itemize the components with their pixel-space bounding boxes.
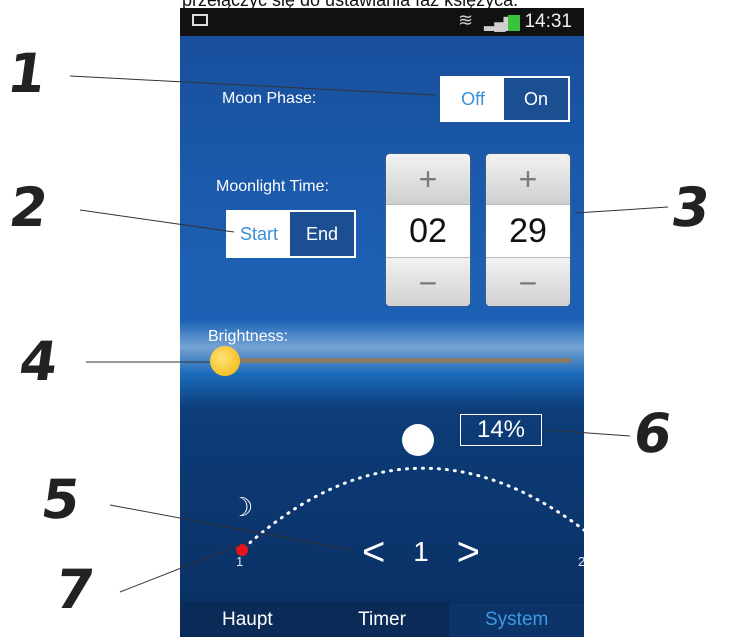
- arc-start-label: 1: [236, 554, 244, 569]
- tab-system[interactable]: System: [449, 603, 584, 637]
- minute-increment-button[interactable]: +: [486, 154, 570, 204]
- callout-number-2: 2: [5, 176, 51, 239]
- hour-picker: + 02 −: [386, 154, 470, 306]
- callout-number-6: 6: [629, 402, 675, 465]
- callout-number-3: 3: [667, 176, 713, 239]
- moon-position-icon: [402, 424, 434, 456]
- brightness-label: Brightness:: [208, 328, 289, 345]
- start-button[interactable]: Start: [228, 212, 290, 256]
- tab-haupt[interactable]: Haupt: [180, 603, 315, 637]
- moon-phase-label: Moon Phase:: [222, 90, 317, 107]
- brightness-slider[interactable]: [220, 358, 572, 363]
- status-bar: ≋ ▂▄▆ 14:31: [180, 8, 584, 36]
- moon-phase-on-button[interactable]: On: [504, 78, 568, 120]
- day-selector: < 1 >: [362, 528, 480, 576]
- wifi-icon: ≋: [458, 10, 474, 30]
- moonlight-time-label: Moonlight Time:: [216, 178, 329, 195]
- callout-number-7: 7: [51, 558, 97, 621]
- previous-day-button[interactable]: <: [362, 532, 385, 572]
- next-day-button[interactable]: >: [457, 532, 480, 572]
- hour-increment-button[interactable]: +: [386, 154, 470, 204]
- start-end-toggle: Start End: [226, 210, 356, 258]
- minute-decrement-button[interactable]: −: [486, 258, 570, 306]
- moon-phase-off-button[interactable]: Off: [442, 78, 504, 120]
- callout-number-5: 5: [37, 468, 83, 531]
- crescent-moon-icon: ☽: [230, 492, 254, 522]
- status-time: 14:31: [524, 11, 572, 32]
- tab-timer[interactable]: Timer: [315, 603, 450, 637]
- hour-decrement-button[interactable]: −: [386, 258, 470, 306]
- minute-value[interactable]: 29: [486, 204, 570, 258]
- image-icon: [192, 14, 208, 26]
- arc-end-label: 2: [578, 554, 584, 569]
- end-button[interactable]: End: [290, 212, 354, 256]
- hour-value[interactable]: 02: [386, 204, 470, 258]
- battery-icon: [508, 15, 520, 31]
- day-value: 1: [413, 536, 429, 567]
- moon-phase-toggle: Off On: [440, 76, 570, 122]
- brightness-slider-thumb[interactable]: [210, 346, 240, 376]
- callout-number-4: 4: [15, 330, 61, 393]
- callout-line-3: [574, 206, 669, 214]
- minute-picker: + 29 −: [486, 154, 570, 306]
- phone-screen: ≋ ▂▄▆ 14:31 Moon Phase: Off On Moonlight…: [180, 8, 584, 637]
- callout-number-1: 1: [3, 42, 49, 105]
- bottom-navigation: Haupt Timer System: [180, 602, 584, 637]
